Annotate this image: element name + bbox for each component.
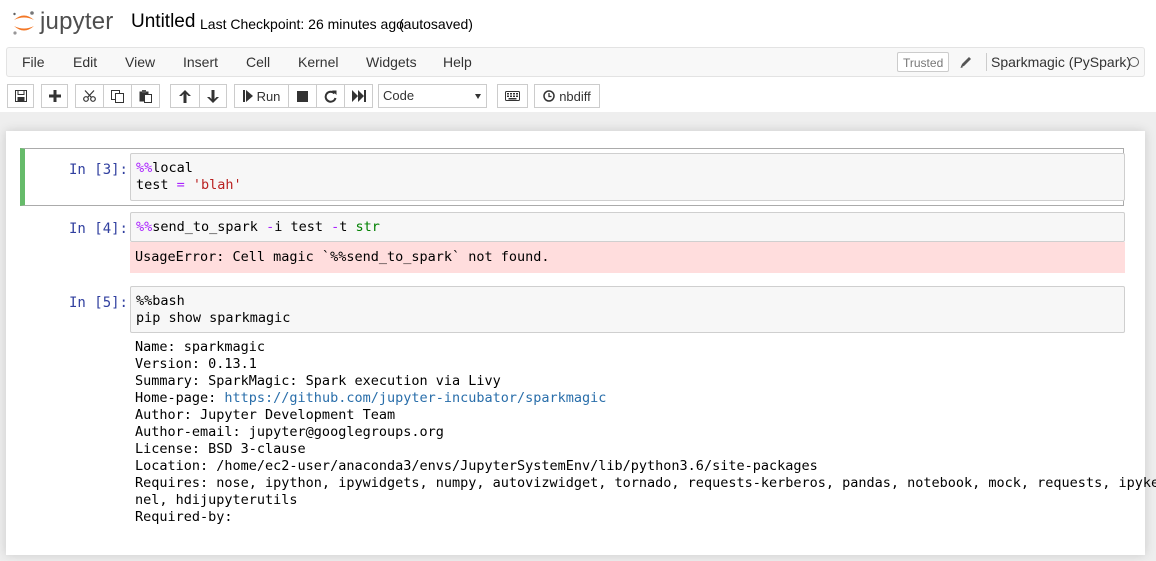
output-line: Summary: SparkMagic: Spark execution via… — [135, 373, 501, 389]
run-button[interactable]: Run — [234, 84, 288, 108]
cut-icon — [83, 90, 96, 102]
homepage-link[interactable]: https://github.com/jupyter-incubator/spa… — [224, 390, 606, 406]
fast-forward-icon — [351, 90, 366, 102]
run-label: Run — [256, 88, 281, 104]
move-down-button[interactable] — [199, 84, 227, 108]
menu-edit[interactable]: Edit — [73, 54, 97, 70]
interrupt-button[interactable] — [288, 84, 316, 108]
magic-prefix: %% — [136, 219, 153, 235]
menu-file[interactable]: File — [22, 54, 45, 70]
notebook-container: In [3]: %%local test = 'blah' In [4]: %%… — [6, 131, 1156, 555]
command-palette-button[interactable] — [497, 84, 528, 108]
output-line: Author: Jupyter Development Team — [135, 407, 396, 423]
insert-cell-button[interactable] — [41, 84, 68, 108]
cut-button[interactable] — [75, 84, 103, 108]
menu-view[interactable]: View — [125, 54, 155, 70]
output-line: nel, hdijupyterutils — [135, 492, 298, 508]
code-token: t — [339, 219, 356, 235]
code-input[interactable]: %%bash pip show sparkmagic — [130, 286, 1125, 333]
code-token: local — [152, 160, 193, 176]
code-string: 'blah' — [192, 177, 242, 193]
cell-prompt: In [4]: — [68, 221, 128, 237]
paste-icon — [139, 89, 152, 103]
save-button[interactable] — [7, 84, 34, 108]
step-forward-icon — [242, 90, 253, 102]
output-line: Name: sparkmagic — [135, 339, 266, 355]
magic-prefix: %% — [136, 160, 153, 176]
cell-prompt: In [3]: — [68, 162, 128, 178]
cell-prompt: In [5]: — [68, 295, 128, 311]
menu-kernel[interactable]: Kernel — [298, 54, 338, 70]
menubar: File Edit View Insert Cell Kernel Widget… — [6, 47, 1145, 77]
code-token: test — [136, 177, 169, 193]
code-input[interactable]: %%local test = 'blah' — [130, 153, 1125, 201]
kernel-idle-icon — [1129, 57, 1139, 67]
output-line: Location: /home/ec2-user/anaconda3/envs/… — [135, 458, 818, 474]
menu-help[interactable]: Help — [443, 54, 472, 70]
code-input[interactable]: %%send_to_spark -i test -t str — [130, 212, 1125, 242]
kernel-name[interactable]: Sparkmagic (PySpark) — [991, 54, 1131, 70]
restart-button[interactable] — [316, 84, 344, 108]
move-up-button[interactable] — [170, 84, 199, 108]
logo-text[interactable]: jupyter — [40, 8, 113, 36]
autosave-status: (autosaved) — [399, 16, 473, 32]
stream-output: Name: sparkmagic Version: 0.13.1 Summary… — [135, 339, 1156, 526]
stop-icon — [297, 90, 308, 102]
restart-icon — [324, 90, 337, 103]
menu-insert[interactable]: Insert — [183, 54, 218, 70]
error-output: UsageError: Cell magic `%%send_to_spark`… — [130, 242, 1125, 273]
clock-icon — [543, 90, 555, 102]
code-line: pip show sparkmagic — [136, 310, 291, 326]
jupyter-logo-icon[interactable] — [10, 9, 38, 37]
restart-run-all-button[interactable] — [344, 84, 373, 108]
pencil-icon[interactable] — [959, 54, 973, 70]
nbdiff-label: nbdiff — [559, 88, 591, 104]
menu-cell[interactable]: Cell — [246, 54, 270, 70]
output-line: Version: 0.13.1 — [135, 356, 257, 372]
trusted-badge[interactable]: Trusted — [897, 52, 950, 72]
copy-icon — [111, 89, 124, 103]
copy-button[interactable] — [103, 84, 131, 108]
code-line: %%bash — [136, 293, 185, 309]
code-cell-selected[interactable]: In [3]: %%local test = 'blah' — [20, 148, 1125, 206]
header-top: jupyter Untitled Last Checkpoint: 26 min… — [0, 0, 1156, 46]
code-keyword: str — [355, 219, 380, 235]
output-line: Required-by: — [135, 509, 233, 525]
output-line: Author-email: jupyter@googlegroups.org — [135, 424, 444, 440]
save-icon — [14, 90, 27, 102]
notebook-title[interactable]: Untitled — [131, 11, 195, 33]
header: jupyter Untitled Last Checkpoint: 26 min… — [0, 0, 1156, 112]
arrow-down-icon — [207, 89, 219, 103]
code-cell[interactable]: In [4]: %%send_to_spark -i test -t str U… — [20, 212, 1125, 274]
cell-type-value: Code — [383, 88, 415, 103]
nbdiff-button[interactable]: nbdiff — [534, 84, 600, 108]
code-operator: - — [266, 219, 275, 235]
plus-icon — [48, 90, 61, 102]
arrow-up-icon — [179, 89, 191, 103]
paste-button[interactable] — [131, 84, 160, 108]
code-token: i test — [274, 219, 332, 235]
code-operator: = — [168, 177, 193, 193]
menu-widgets[interactable]: Widgets — [366, 54, 417, 70]
checkpoint-status: Last Checkpoint: 26 minutes ago — [200, 16, 404, 32]
output-line: Requires: nose, ipython, ipywidgets, num… — [135, 475, 1156, 491]
chevron-down-icon — [475, 94, 481, 99]
cell-type-select[interactable]: Code — [378, 84, 487, 108]
keyboard-icon — [505, 91, 520, 101]
output-line: Home-page: — [135, 390, 225, 406]
code-token: send_to_spark — [152, 219, 267, 235]
output-line: License: BSD 3-clause — [135, 441, 306, 457]
menubar-separator — [986, 53, 987, 71]
